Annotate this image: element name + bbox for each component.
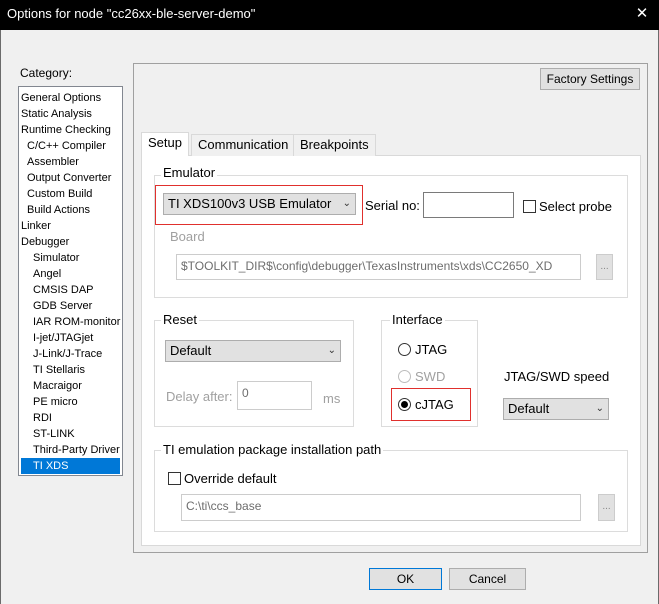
serial-no-input[interactable] bbox=[423, 192, 514, 218]
category-item[interactable]: Assembler bbox=[21, 154, 79, 170]
ti-path-browse-button: ... bbox=[598, 494, 615, 521]
tab-setup[interactable]: Setup bbox=[141, 132, 189, 156]
swd-radio bbox=[398, 370, 411, 383]
category-list[interactable]: General Options Static Analysis Runtime Ch… bbox=[18, 86, 123, 476]
speed-select-value: Default bbox=[508, 401, 550, 416]
delay-after-input: 0 bbox=[237, 381, 312, 410]
delay-unit-label: ms bbox=[323, 391, 341, 406]
category-label: Category: bbox=[20, 66, 73, 80]
reset-select[interactable]: Default ⌄ bbox=[165, 340, 341, 362]
chevron-down-icon: ⌄ bbox=[595, 403, 604, 414]
category-item[interactable]: Simulator bbox=[21, 250, 79, 266]
override-default-checkbox[interactable] bbox=[168, 472, 181, 485]
title-bar: Options for node "cc26xx-ble-server-demo… bbox=[0, 0, 659, 30]
category-item[interactable]: I-jet/JTAGjet bbox=[21, 330, 93, 346]
category-item[interactable]: Runtime Checking bbox=[21, 122, 111, 138]
tab-communication[interactable]: Communication bbox=[191, 134, 296, 156]
category-item[interactable]: Debugger bbox=[21, 234, 69, 250]
category-item[interactable]: Custom Build bbox=[21, 186, 92, 202]
category-item[interactable]: RDI bbox=[21, 410, 52, 426]
category-item[interactable]: Build Actions bbox=[21, 202, 90, 218]
select-probe-checkbox[interactable] bbox=[523, 200, 536, 213]
reset-select-value: Default bbox=[170, 343, 212, 358]
board-browse-button: ... bbox=[596, 254, 613, 280]
category-item[interactable]: Third-Party Driver bbox=[21, 442, 120, 458]
serial-no-label: Serial no: bbox=[365, 198, 420, 213]
category-item[interactable]: Macraigor bbox=[21, 378, 82, 394]
category-item[interactable]: TI XDS bbox=[21, 458, 120, 474]
category-item[interactable]: CMSIS DAP bbox=[21, 282, 94, 298]
jtag-swd-speed-label: JTAG/SWD speed bbox=[504, 369, 610, 384]
category-item[interactable]: J-Link/J-Trace bbox=[21, 346, 102, 362]
chevron-down-icon: ⌄ bbox=[327, 345, 336, 356]
close-icon[interactable]: ✕ bbox=[633, 3, 651, 25]
delay-after-label: Delay after: bbox=[166, 389, 233, 404]
swd-radio-label: SWD bbox=[415, 369, 446, 384]
category-item[interactable]: Static Analysis bbox=[21, 106, 92, 122]
emulator-highlight bbox=[155, 185, 363, 225]
category-item[interactable]: PE micro bbox=[21, 394, 78, 410]
category-item[interactable]: TI Stellaris bbox=[21, 362, 85, 378]
interface-group-label: Interface bbox=[390, 312, 445, 327]
cjtag-highlight bbox=[391, 388, 471, 421]
board-path-field: $TOOLKIT_DIR$\config\debugger\TexasInstr… bbox=[176, 254, 581, 280]
factory-settings-button[interactable]: Factory Settings bbox=[540, 68, 640, 90]
emulator-group-label: Emulator bbox=[161, 165, 218, 180]
reset-group bbox=[154, 320, 354, 427]
tab-breakpoints[interactable]: Breakpoints bbox=[293, 134, 376, 156]
category-item[interactable]: IAR ROM-monitor bbox=[21, 314, 120, 330]
jtag-radio-label: JTAG bbox=[415, 342, 448, 357]
ti-path-field: C:\ti\ccs_base bbox=[181, 494, 581, 521]
jtag-swd-speed-select[interactable]: Default ⌄ bbox=[503, 398, 609, 420]
category-item[interactable]: Angel bbox=[21, 266, 61, 282]
category-item[interactable]: General Options bbox=[21, 90, 101, 106]
select-probe-label: Select probe bbox=[539, 199, 612, 214]
window-title: Options for node "cc26xx-ble-server-demo… bbox=[7, 6, 256, 21]
jtag-radio[interactable] bbox=[398, 343, 411, 356]
reset-group-label: Reset bbox=[161, 312, 199, 327]
category-item[interactable]: Linker bbox=[21, 218, 51, 234]
ti-path-group-label: TI emulation package installation path bbox=[161, 442, 384, 457]
board-label: Board bbox=[170, 229, 205, 244]
category-item[interactable]: C/C++ Compiler bbox=[21, 138, 106, 154]
override-default-label: Override default bbox=[184, 471, 277, 486]
category-item[interactable]: Output Converter bbox=[21, 170, 111, 186]
category-item[interactable]: ST-LINK bbox=[21, 426, 75, 442]
ok-button[interactable]: OK bbox=[369, 568, 442, 590]
category-item[interactable]: GDB Server bbox=[21, 298, 92, 314]
cancel-button[interactable]: Cancel bbox=[449, 568, 526, 590]
